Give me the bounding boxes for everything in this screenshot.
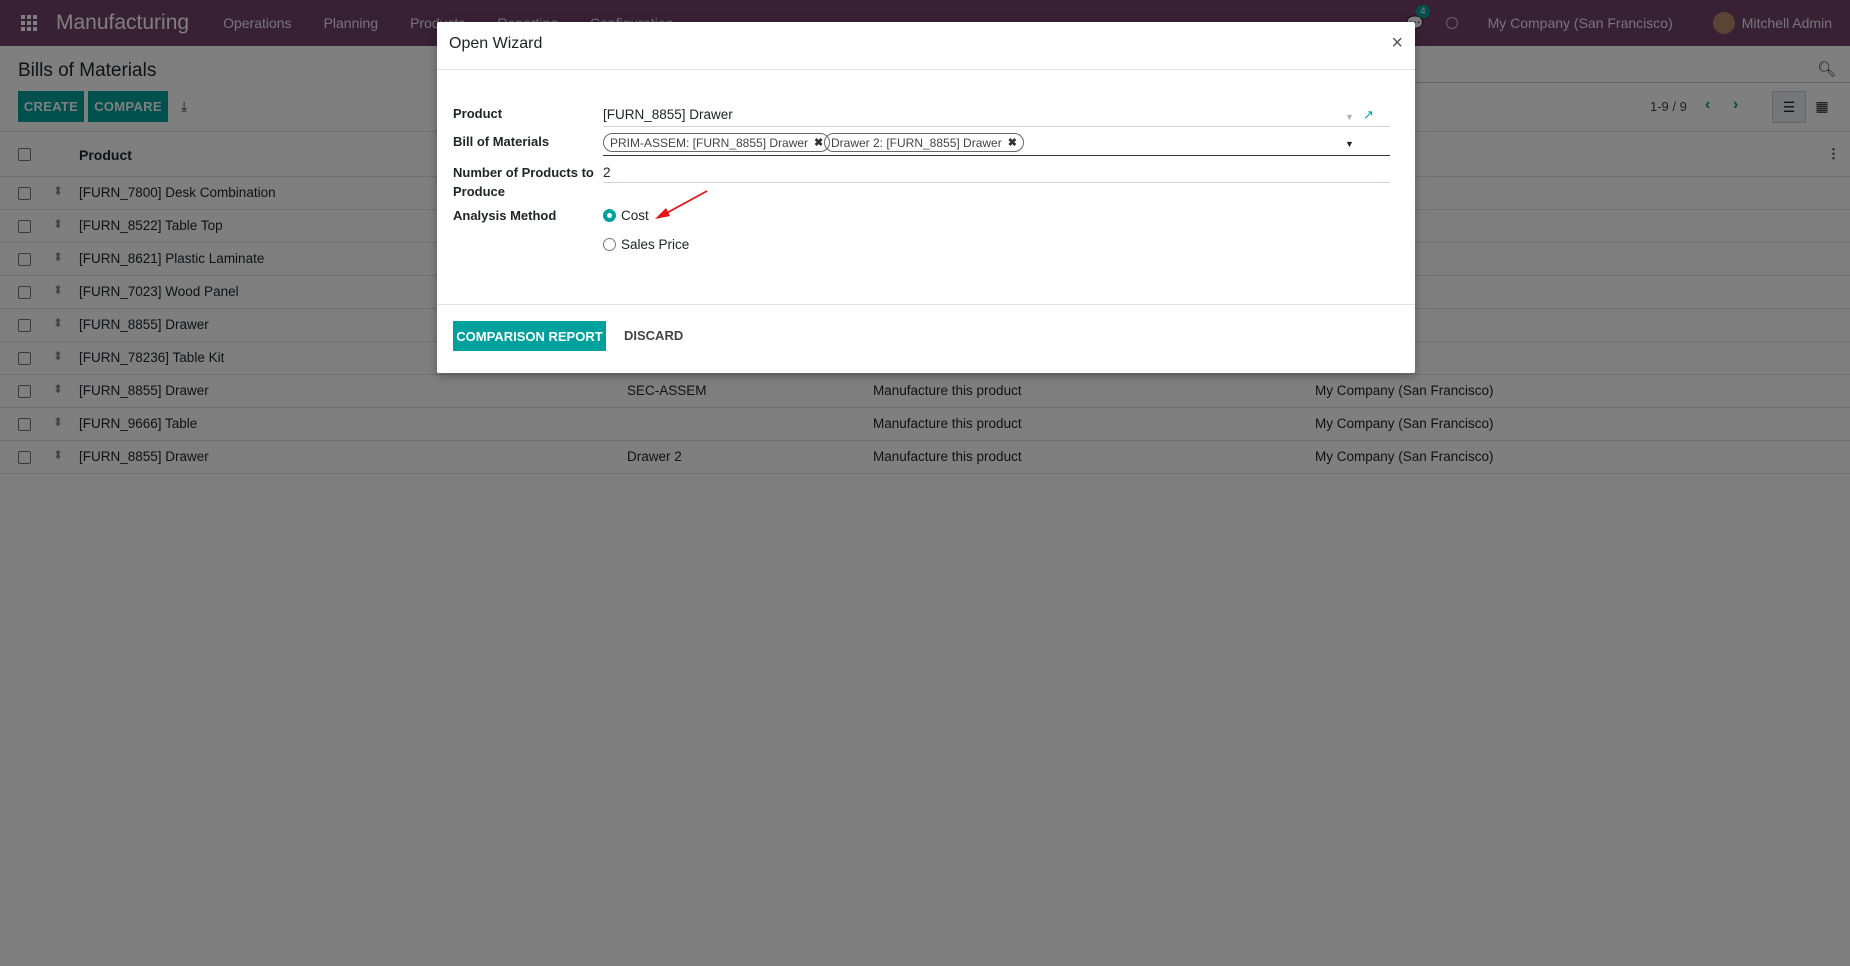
tag-remove-icon[interactable]: ✖ <box>814 136 823 149</box>
product-dropdown-icon[interactable]: ▼ <box>1345 112 1354 122</box>
comparison-report-button[interactable]: COMPARISON REPORT <box>453 321 606 351</box>
radio-cost-label[interactable]: Cost <box>621 208 649 223</box>
bom-label: Bill of Materials <box>453 134 550 149</box>
radio-sales-price-label[interactable]: Sales Price <box>621 237 689 252</box>
annotation-arrow-icon <box>655 190 708 219</box>
product-field-underline <box>603 126 1390 127</box>
bom-tag-label: Drawer 2: [FURN_8855] Drawer <box>831 135 1002 150</box>
modal-footer: COMPARISON REPORT DISCARD <box>437 304 1415 374</box>
qty-label: Number of Products to <box>453 165 594 180</box>
modal-title: Open Wizard <box>449 35 543 52</box>
qty-label-2: Produce <box>453 184 506 199</box>
qty-field-underline <box>603 182 1390 183</box>
discard-button[interactable]: DISCARD <box>624 328 683 343</box>
modal-header: Open Wizard × <box>437 22 1415 70</box>
bom-field-underline[interactable] <box>603 155 1390 156</box>
qty-input[interactable]: 2 <box>603 165 611 180</box>
open-wizard-dialog: Open Wizard × Product [FURN_8855] Drawer… <box>437 22 1415 373</box>
product-label: Product <box>453 106 503 121</box>
tag-remove-icon[interactable]: ✖ <box>1008 136 1017 149</box>
close-icon[interactable]: × <box>1391 32 1403 55</box>
external-link-icon[interactable]: ↗ <box>1363 107 1376 122</box>
analysis-method-label: Analysis Method <box>453 208 557 223</box>
bom-tag-label: PRIM-ASSEM: [FURN_8855] Drawer <box>610 135 809 150</box>
bom-tag[interactable]: PRIM-ASSEM: [FURN_8855] Drawer ✖ <box>603 133 831 152</box>
radio-sales-price[interactable] <box>603 238 616 251</box>
radio-cost[interactable] <box>603 209 616 222</box>
bom-tag[interactable]: Drawer 2: [FURN_8855] Drawer ✖ <box>824 133 1024 152</box>
product-field[interactable]: [FURN_8855] Drawer <box>603 107 733 122</box>
bom-dropdown-icon[interactable]: ▼ <box>1345 139 1354 149</box>
